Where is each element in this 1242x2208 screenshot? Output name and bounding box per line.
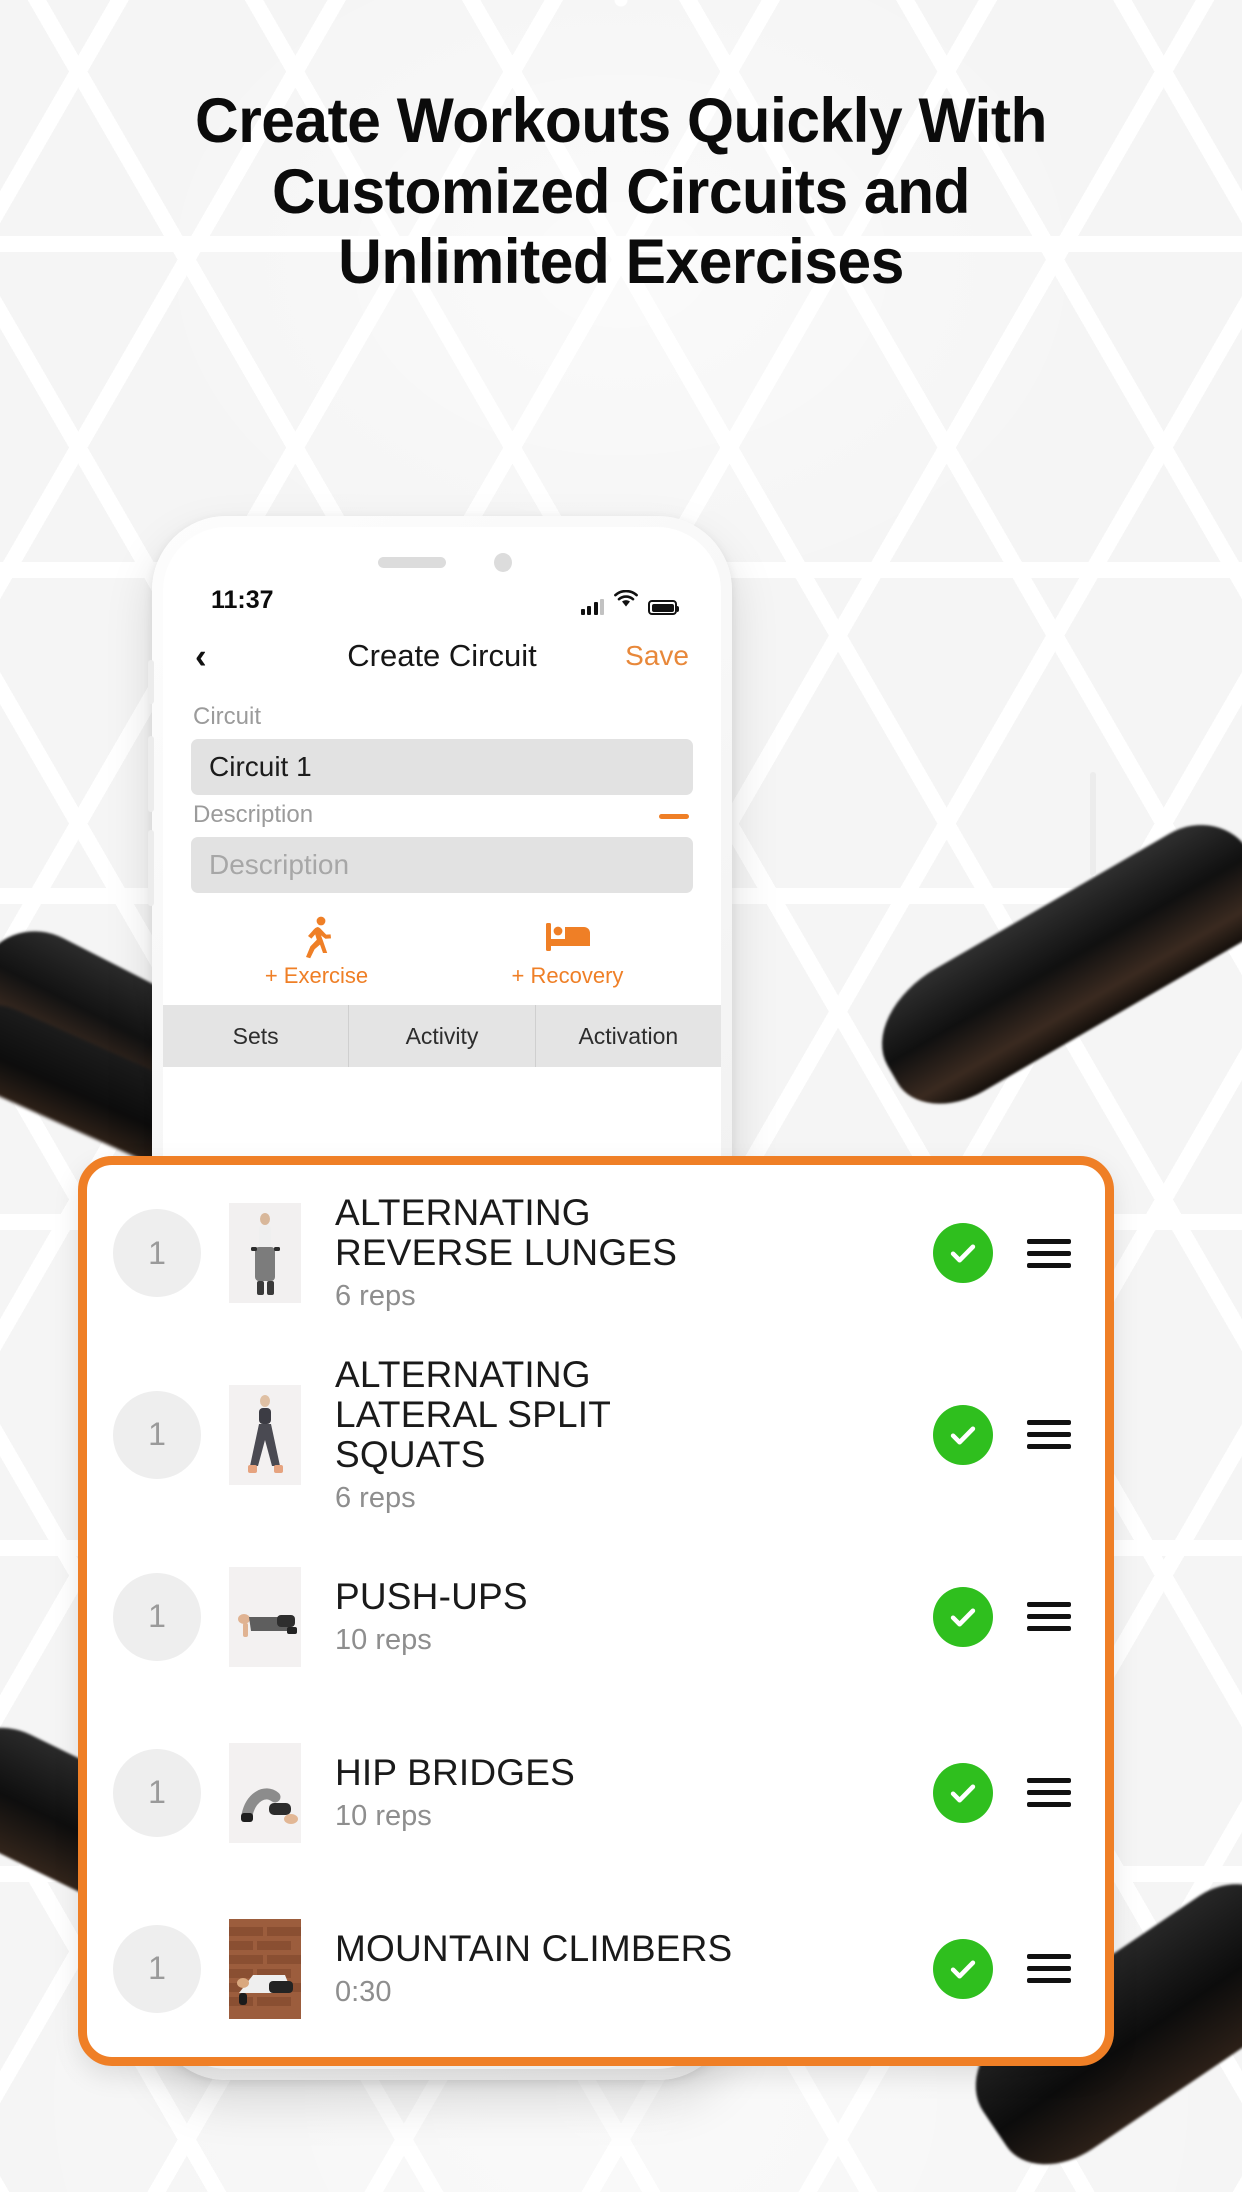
exercise-title: PUSH-UPS: [335, 1575, 528, 1617]
exercise-title: MOUNTAIN CLIMBERS: [335, 1927, 733, 1969]
drag-handle-icon[interactable]: [1027, 1413, 1071, 1456]
exercise-subtitle: 6 reps: [335, 1279, 416, 1312]
tab-sets[interactable]: Sets: [163, 1005, 350, 1067]
add-exercise-button[interactable]: + Exercise: [191, 915, 442, 989]
headline-line-1: Create Workouts Quickly With: [195, 86, 1047, 156]
exercise-title: ALTERNATING LATERAL SPLIT SQUATS: [335, 1354, 611, 1475]
circuit-name-input[interactable]: Circuit 1: [191, 739, 693, 795]
exercise-thumbnail: [229, 1918, 301, 2019]
exercise-text: MOUNTAIN CLIMBERS 0:30: [335, 1927, 919, 2009]
save-button[interactable]: Save: [625, 640, 689, 672]
status-time: 11:37: [211, 586, 274, 614]
description-input[interactable]: Description: [191, 837, 693, 893]
green-check-icon[interactable]: [933, 1762, 993, 1823]
battery-full-icon: [648, 600, 679, 615]
running-person-icon: [191, 915, 442, 959]
chevron-left-icon[interactable]: ‹: [195, 639, 235, 674]
drag-handle-icon[interactable]: [1027, 1595, 1071, 1638]
tab-activity[interactable]: Activity: [349, 1005, 536, 1067]
minus-icon[interactable]: [659, 813, 689, 819]
exercise-subtitle: 6 reps: [335, 1481, 416, 1514]
exercise-row[interactable]: 1 MOUNTAIN CLIMBERS 0:30: [87, 1881, 1105, 2057]
description-label: Description: [193, 801, 314, 828]
exercise-thumbnail: [229, 1742, 301, 1843]
exercise-thumbnail: [229, 1203, 301, 1303]
earpiece-speaker: [378, 557, 446, 568]
set-count-badge[interactable]: 1: [113, 1209, 201, 1297]
add-recovery-label: + Recovery: [511, 963, 624, 988]
set-count-badge[interactable]: 1: [113, 1390, 201, 1479]
add-exercise-label: + Exercise: [264, 963, 369, 988]
cellular-signal-icon: [580, 599, 604, 615]
wifi-icon: [613, 586, 639, 615]
phone-power-button[interactable]: [1090, 772, 1096, 876]
nav-bar: ‹ Create Circuit Save: [163, 623, 721, 697]
phone-volume-up-button[interactable]: [148, 736, 154, 812]
drag-handle-icon[interactable]: [1027, 1771, 1071, 1814]
drag-handle-icon[interactable]: [1027, 1947, 1071, 1990]
exercise-subtitle: 10 reps: [335, 1623, 432, 1656]
exercise-text: PUSH-UPS 10 reps: [335, 1575, 919, 1657]
exercise-row[interactable]: 1 PUSH-UPS 10 reps: [87, 1529, 1105, 1705]
drag-handle-icon[interactable]: [1027, 1232, 1071, 1275]
phone-volume-down-button[interactable]: [148, 830, 154, 906]
exercise-thumbnail: [229, 1566, 301, 1667]
front-camera: [494, 553, 512, 572]
status-bar: 11:37: [163, 527, 721, 623]
green-check-icon[interactable]: [933, 1404, 993, 1465]
exercise-list-card: 1 ALTERNATING REVERSE LUNGES 6 reps 1 ALTERN…: [78, 1156, 1114, 2066]
headline-line-2: Customized Circuits and: [271, 156, 971, 227]
bed-recovery-icon: [442, 915, 693, 959]
exercise-text: ALTERNATING LATERAL SPLIT SQUATS 6 reps: [335, 1355, 919, 1515]
exercise-title: ALTERNATING REVERSE LUNGES: [335, 1192, 678, 1273]
headline-line-3: Unlimited Exercises: [338, 227, 904, 298]
green-check-icon[interactable]: [933, 1938, 993, 1999]
exercise-row[interactable]: 1 ALTERNATING LATERAL SPLIT SQUATS 6 reps: [87, 1341, 1105, 1529]
set-count-badge[interactable]: 1: [113, 1924, 201, 2013]
set-count-badge[interactable]: 1: [113, 1748, 201, 1837]
exercise-row[interactable]: 1 ALTERNATING REVERSE LUNGES 6 reps: [87, 1165, 1105, 1341]
green-check-icon[interactable]: [933, 1223, 993, 1283]
exercise-title: HIP BRIDGES: [335, 1751, 576, 1793]
circuit-label: Circuit: [193, 703, 262, 730]
add-actions: + Exercise + Recovery: [191, 893, 693, 1005]
tab-bar: Sets Activity Activation: [163, 1005, 721, 1067]
exercise-thumbnail: [229, 1384, 301, 1485]
status-icons: [580, 586, 679, 615]
phone-silent-switch[interactable]: [148, 660, 154, 704]
add-recovery-button[interactable]: + Recovery: [442, 915, 693, 989]
exercise-subtitle: 10 reps: [335, 1799, 432, 1832]
set-count-badge[interactable]: 1: [113, 1572, 201, 1661]
exercise-row[interactable]: 1 HIP BRIDGES 10 reps: [87, 1705, 1105, 1881]
exercise-text: HIP BRIDGES 10 reps: [335, 1751, 919, 1833]
page-headline: Create Workouts Quickly With Customized …: [25, 86, 1217, 298]
tab-activation[interactable]: Activation: [536, 1005, 721, 1067]
green-check-icon[interactable]: [933, 1586, 993, 1647]
exercise-subtitle: 0:30: [335, 1975, 392, 2008]
circuit-form: Circuit Circuit 1 Description Descriptio…: [163, 697, 721, 1005]
description-label-row: Description: [191, 795, 693, 837]
exercise-text: ALTERNATING REVERSE LUNGES 6 reps: [335, 1193, 919, 1313]
